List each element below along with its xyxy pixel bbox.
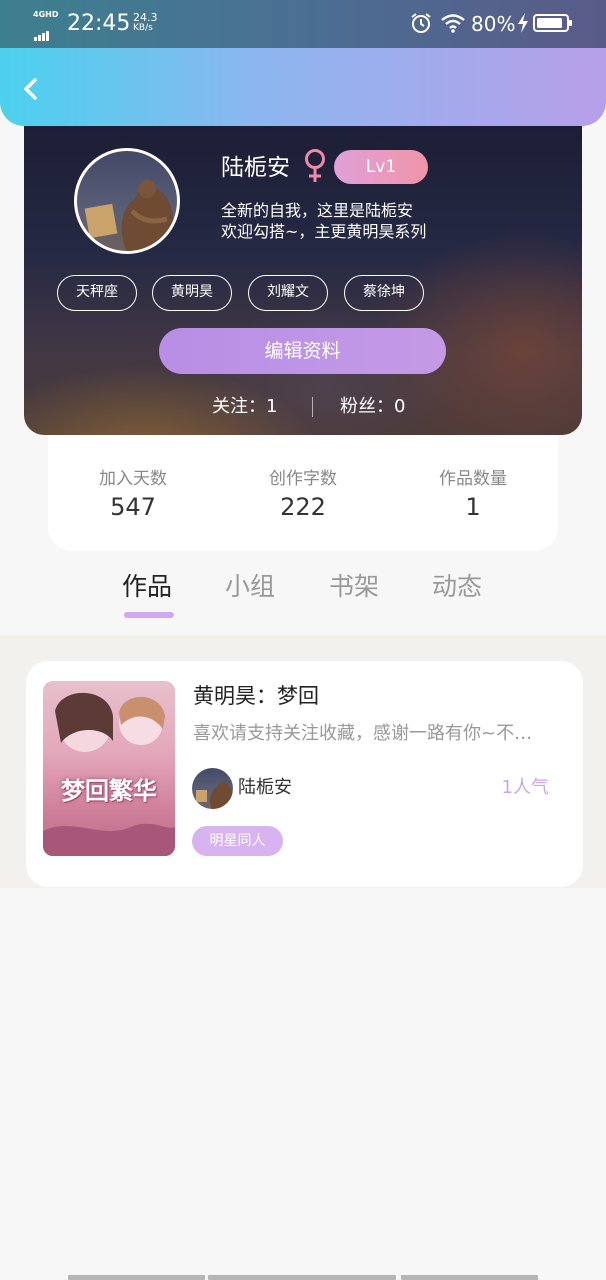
author-avatar[interactable] [192, 768, 233, 809]
gesture-bar [0, 1275, 606, 1280]
cover-art [43, 692, 175, 856]
stat-label: 加入天数 [99, 469, 167, 489]
stats-card: 加入天数 547 创作字数 222 作品数量 1 [48, 435, 558, 551]
cover-title: 梦回繁华 [61, 776, 157, 805]
work-title[interactable]: 黄明昊：梦回 [193, 681, 319, 711]
bio: 全新的自我，这里是陆栀安 欢迎勾搭~，主更黄明昊系列 [221, 200, 426, 242]
tab-bookshelf[interactable]: 书架 [329, 570, 379, 604]
level-badge: Lv1 [334, 150, 428, 184]
tab-active-indicator [124, 612, 174, 618]
bio-line-2: 欢迎勾搭~，主更黄明昊系列 [221, 222, 427, 241]
tag-item[interactable]: 刘耀文 [248, 275, 328, 311]
stat-word-count: 创作字数 222 [228, 467, 378, 523]
tab-activity[interactable]: 动态 [432, 570, 482, 604]
tag-item[interactable]: 蔡徐坤 [344, 275, 424, 311]
clock: 22:45 [67, 11, 131, 36]
tab-works[interactable]: 作品 [122, 570, 172, 604]
followers-count[interactable]: 粉丝：0 [340, 392, 405, 422]
author-avatar-image [196, 781, 233, 809]
alarm-icon [411, 13, 431, 33]
author-name[interactable]: 陆栀安 [238, 775, 292, 801]
signal-icon: 4GHD [33, 10, 61, 41]
book-cover[interactable]: 梦回繁华 [43, 681, 175, 856]
tag-item[interactable]: 黄明昊 [152, 275, 232, 311]
bio-line-1: 全新的自我，这里是陆栀安 [221, 201, 414, 220]
battery-percent: 80% [471, 12, 516, 36]
wifi-icon [441, 14, 465, 33]
work-description: 喜欢请支持关注收藏，感谢一路有你~不… [193, 723, 533, 744]
work-card[interactable]: 梦回繁华 黄明昊：梦回 喜欢请支持关注收藏，感谢一路有你~不… 陆栀安 1人气 … [26, 661, 583, 887]
speed-value: 24.3 [133, 11, 158, 24]
tag-item[interactable]: 天秤座 [57, 275, 137, 311]
stat-value: 547 [110, 493, 156, 521]
stat-join-days: 加入天数 547 [58, 467, 208, 523]
avatar[interactable] [74, 148, 180, 254]
follow-stats: 关注：1 粉丝：0 [24, 392, 582, 422]
tab-bar: 作品 小组 书架 动态 [0, 560, 606, 635]
charging-icon [518, 13, 528, 33]
genre-tag[interactable]: 明星同人 [192, 826, 283, 856]
profile-card: 陆栀安 Lv1 全新的自我，这里是陆栀安 欢迎勾搭~，主更黄明昊系列 天秤座 黄… [24, 110, 582, 435]
network-speed: 24.3 KB/s [133, 12, 158, 34]
username: 陆栀安 [221, 155, 290, 181]
chevron-left-icon[interactable] [18, 76, 44, 102]
following-count[interactable]: 关注：1 [212, 392, 277, 422]
divider [312, 397, 313, 417]
stat-label: 作品数量 [439, 469, 507, 489]
speed-unit: KB/s [133, 23, 153, 33]
female-icon [305, 149, 325, 182]
edit-profile-button[interactable]: 编辑资料 [159, 328, 446, 374]
stat-works-count: 作品数量 1 [398, 467, 548, 523]
battery-icon [533, 14, 572, 32]
popularity-count: 1人气 [501, 777, 549, 798]
stat-label: 创作字数 [269, 469, 337, 489]
status-bar: 4GHD 22:45 24.3 KB/s 80% [0, 0, 606, 48]
header-bar [0, 48, 606, 126]
stat-value: 222 [280, 493, 326, 521]
tab-groups[interactable]: 小组 [225, 570, 275, 604]
avatar-image [84, 180, 177, 251]
network-type: 4GHD [33, 10, 59, 19]
stat-value: 1 [465, 493, 481, 521]
